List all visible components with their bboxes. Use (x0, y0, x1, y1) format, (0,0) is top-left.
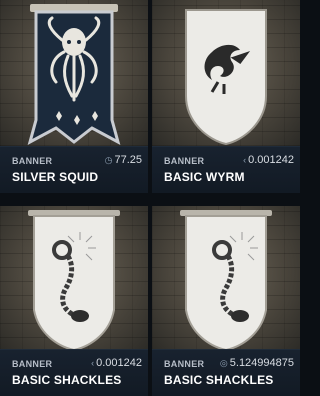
squid-banner-icon (27, 4, 121, 145)
card-info-panel: BANNER ‹ 0.001242 BASIC WYRM (152, 146, 300, 193)
item-name: SILVER SQUID (12, 170, 99, 184)
ring-coin-icon: ◎ (219, 357, 228, 368)
item-name: BASIC WYRM (164, 170, 245, 184)
card-artwork (152, 0, 300, 146)
item-card-silver-squid[interactable]: BANNER ◷ 77.25 SILVER SQUID (0, 0, 148, 193)
item-type-label: BANNER (164, 359, 205, 369)
card-artwork (0, 206, 148, 352)
shackles-banner-icon (28, 210, 120, 352)
item-type-label: BANNER (164, 156, 205, 166)
item-price: ‹ 0.001242 (243, 154, 294, 166)
item-type-label: BANNER (12, 359, 53, 369)
price-value: 0.001242 (96, 357, 142, 369)
wyrm-banner-icon (185, 9, 267, 146)
price-value: 77.25 (114, 154, 142, 166)
item-name: BASIC SHACKLES (12, 373, 122, 387)
rupee-like-coin-icon: ◷ (104, 154, 113, 165)
card-artwork (0, 0, 148, 146)
item-price: ◎ 5.124994875 (220, 357, 294, 369)
item-card-basic-shackles[interactable]: BANNER ‹ 0.001242 BASIC SHACKLES (0, 206, 148, 396)
card-artwork (152, 206, 300, 352)
price-value: 0.001242 (248, 154, 294, 166)
price-value: 5.124994875 (229, 357, 294, 369)
item-card-basic-wyrm[interactable]: BANNER ‹ 0.001242 BASIC WYRM (152, 0, 300, 193)
arc-coin-icon: ‹ (91, 358, 95, 368)
item-name: BASIC SHACKLES (164, 373, 274, 387)
item-type-label: BANNER (12, 156, 53, 166)
item-price: ‹ 0.001242 (91, 357, 142, 369)
item-card-basic-shackles[interactable]: BANNER ◎ 5.124994875 BASIC SHACKLES (152, 206, 300, 396)
card-info-panel: BANNER ◎ 5.124994875 BASIC SHACKLES (152, 349, 300, 396)
card-info-panel: BANNER ◷ 77.25 SILVER SQUID (0, 146, 148, 193)
shackles-banner-icon (180, 210, 272, 352)
card-info-panel: BANNER ‹ 0.001242 BASIC SHACKLES (0, 349, 148, 396)
item-price: ◷ 77.25 (105, 154, 142, 166)
arc-coin-icon: ‹ (243, 155, 247, 165)
